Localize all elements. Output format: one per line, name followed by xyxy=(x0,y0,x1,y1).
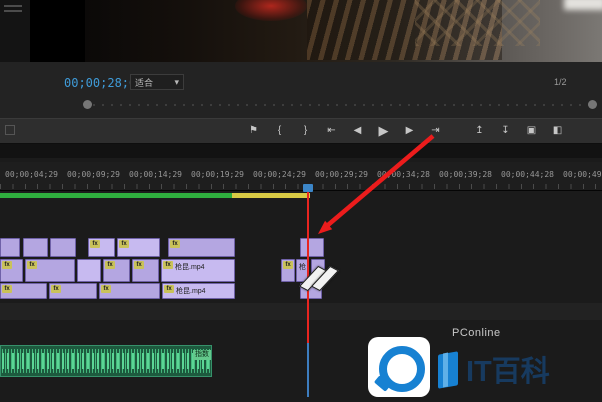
clip-label: 枪 xyxy=(299,262,306,272)
video-highlight xyxy=(564,0,602,10)
book-icon xyxy=(436,351,462,389)
timeline-clip[interactable]: fx xyxy=(132,259,159,282)
timeline-clip[interactable]: fx xyxy=(0,259,23,282)
comparison-view-button[interactable]: ◧ xyxy=(550,120,565,142)
watermark-brand: PConline xyxy=(452,327,501,339)
fx-badge: fx xyxy=(134,261,144,269)
timeline-clip[interactable]: fx xyxy=(103,259,130,282)
mark-out-button[interactable]: } xyxy=(298,120,313,142)
lift-button[interactable]: ↥ xyxy=(472,120,487,142)
timeline-clip[interactable]: fx xyxy=(281,259,295,282)
video-frame xyxy=(85,0,602,62)
zoom-level-dropdown[interactable]: 适合 ▾ xyxy=(130,74,184,90)
audio-clip[interactable] xyxy=(0,345,212,377)
transport-controls: ⚑ {} ⇤ ◀ ▶ ▶ ⇥ ↥ ↧ ▣ ◧ xyxy=(0,118,602,144)
playhead-line xyxy=(307,343,309,397)
chevron-down-icon: ▾ xyxy=(174,77,179,88)
audio-waveform xyxy=(2,348,210,374)
playhead-handle[interactable] xyxy=(303,184,313,192)
watermark-logo xyxy=(368,337,430,397)
zoom-scrollbar[interactable] xyxy=(84,99,596,110)
video-railing xyxy=(415,0,540,46)
panel-menu-icon[interactable] xyxy=(4,5,22,7)
fx-badge: fx xyxy=(2,261,12,269)
timeline-clip[interactable]: fx xyxy=(49,283,97,299)
program-monitor-panel: 00;00;28;01 适合 ▾ 1/2 ⚑{}⇤◀▶▶⇥↥↧▣◧ xyxy=(0,0,602,144)
playback-resolution[interactable]: 1/2 xyxy=(554,77,567,87)
trim-cursor-icon xyxy=(306,263,336,295)
timeline-clip[interactable] xyxy=(300,238,324,257)
timeline-clip[interactable]: fx枪昆.mp4 xyxy=(161,259,235,282)
fx-badge: fx xyxy=(27,261,37,269)
timeline-clip[interactable] xyxy=(23,238,48,257)
zoom-scrollbar-handle-left[interactable] xyxy=(83,100,92,109)
play-button[interactable]: ▶ xyxy=(376,120,391,142)
go-to-in-button[interactable]: ⇤ xyxy=(324,120,339,142)
panel-icon xyxy=(5,125,15,135)
watermark-title: IT百科 xyxy=(466,348,550,390)
timeline-clip[interactable]: fx xyxy=(99,283,160,299)
fx-badge: fx xyxy=(163,261,173,269)
video-red-umbrella xyxy=(235,0,307,21)
fx-badge: fx xyxy=(164,285,174,293)
zoom-level-value: 适合 xyxy=(135,76,153,89)
fx-badge: fx xyxy=(105,261,115,269)
add-marker-button[interactable]: ⚑ xyxy=(246,120,261,142)
fx-badge: fx xyxy=(90,240,100,248)
step-forward-button[interactable]: ▶ xyxy=(402,120,417,142)
clip-label: 枪昆.mp4 xyxy=(176,286,206,296)
fx-badge: fx xyxy=(101,285,111,293)
go-to-out-button[interactable]: ⇥ xyxy=(428,120,443,142)
clip-label: 枪昆.mp4 xyxy=(175,262,205,272)
program-monitor-video xyxy=(30,0,602,62)
fx-badge: fx xyxy=(283,261,293,269)
fx-badge: fx xyxy=(119,240,129,248)
audio-clip-label: 指数 xyxy=(193,350,211,360)
panel-edge xyxy=(0,0,30,62)
fx-badge: fx xyxy=(51,285,61,293)
mark-in-button[interactable]: { xyxy=(272,120,287,142)
extract-button[interactable]: ↧ xyxy=(498,120,513,142)
timeline-clip[interactable]: fx枪昆.mp4 xyxy=(162,283,235,299)
timeline-clip[interactable]: fx xyxy=(25,259,75,282)
step-back-button[interactable]: ◀ xyxy=(350,120,365,142)
fx-badge: fx xyxy=(2,285,12,293)
timeline-clip[interactable]: fx xyxy=(0,283,47,299)
zoom-scrollbar-handle-right[interactable] xyxy=(588,100,597,109)
timeline-clip[interactable] xyxy=(77,259,101,282)
export-frame-button[interactable]: ▣ xyxy=(524,120,539,142)
premiere-pro-window: 00;00;28;01 适合 ▾ 1/2 ⚑{}⇤◀▶▶⇥↥↧▣◧ 00;00;… xyxy=(0,0,602,402)
timeline-clip[interactable]: fx xyxy=(168,238,235,257)
timeline-clip[interactable]: fx xyxy=(88,238,115,257)
timeline-clip[interactable] xyxy=(50,238,76,257)
timeline-clip[interactable]: fx xyxy=(117,238,160,257)
fx-badge: fx xyxy=(170,240,180,248)
timeline-clip[interactable] xyxy=(0,238,20,257)
